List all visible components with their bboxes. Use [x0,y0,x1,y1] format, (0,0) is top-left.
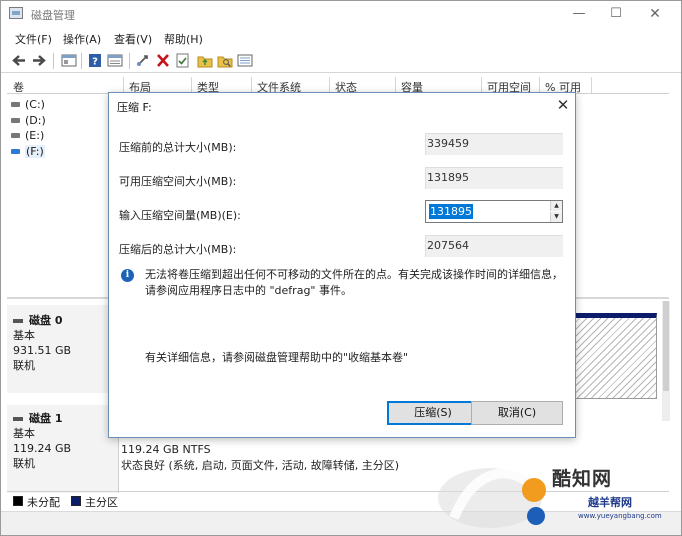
volume-row-d[interactable]: (D:) [11,113,46,128]
disk-0-name: 磁盘 0 [29,314,63,327]
help-message: 有关详细信息，请参阅磁盘管理帮助中的"收缩基本卷" [145,351,409,364]
svg-text:?: ? [92,57,98,68]
shrink-button[interactable]: 压缩(S) [387,401,479,425]
shrink-amount-input[interactable]: 131895 [429,204,473,219]
menu-action[interactable]: 操作(A) [63,31,101,47]
menu-help[interactable]: 帮助(H) [164,31,203,47]
legend-swatch-unallocated [13,496,23,506]
folder-search-icon[interactable] [217,53,233,68]
total-before-value: 339459 [425,133,563,155]
disk-1-size: 119.24 GB [13,442,72,455]
drive-icon [11,118,20,123]
title-bar: 磁盘管理 — ☐ ✕ [1,1,681,27]
disk-icon [13,417,23,421]
properties-icon[interactable] [107,53,123,68]
total-after-value: 207564 [425,235,563,257]
vertical-scrollbar[interactable] [662,301,670,421]
legend-primary: 主分区 [85,496,118,509]
total-after-label: 压缩后的总计大小(MB): [119,243,237,256]
disk-0-size: 931.51 GB [13,344,72,357]
window-title: 磁盘管理 [31,9,75,22]
disk-icon [13,319,23,323]
shrink-amount-label: 输入压缩空间量(MB)(E): [119,209,241,222]
volume-row-c[interactable]: (C:) [11,97,45,112]
dialog-close-button[interactable]: ✕ [553,95,573,115]
disk-1-type: 基本 [13,427,35,440]
back-arrow-icon[interactable] [11,53,27,68]
disk-0-type: 基本 [13,329,35,342]
info-message: 无法将卷压缩到超出任何不可移动的文件所在的点。有关完成该操作时间的详细信息，请参… [145,268,563,297]
dialog-title: 压缩 F: [117,101,152,114]
available-value: 131895 [425,167,563,189]
disk-1-info: 磁盘 1 基本 119.24 GB 联机 [13,411,113,471]
toolbar: ? [1,49,681,73]
spin-up-icon[interactable]: ▲ [550,201,562,211]
volume-name: (C:) [25,98,45,111]
partition-f-size: 119.24 GB NTFS [121,443,211,456]
legend: 未分配 主分区 [7,491,669,509]
volume-name: (E:) [25,129,45,142]
menu-view[interactable]: 查看(V) [114,31,152,47]
check-icon[interactable] [175,53,191,68]
spin-down-icon[interactable]: ▼ [550,212,562,222]
volume-name: (F:) [25,145,45,158]
minimize-button[interactable]: — [567,5,591,23]
menu-bar: 文件(F) 操作(A) 查看(V) 帮助(H) [1,28,681,48]
disk-1-status: 联机 [13,457,35,470]
disk-1-name: 磁盘 1 [29,412,63,425]
disk-0-info: 磁盘 0 基本 931.51 GB 联机 [13,313,113,373]
volume-row-e[interactable]: (E:) [11,128,44,143]
delete-icon[interactable] [155,53,171,68]
col-header-volume[interactable]: 卷 [13,79,24,95]
console-tree-icon[interactable] [61,53,77,68]
partition-f-status: 状态良好 (系统, 启动, 页面文件, 活动, 故障转储, 主分区) [121,459,400,472]
disk-management-app-icon [9,7,23,19]
drive-icon [11,149,20,154]
menu-file[interactable]: 文件(F) [15,31,52,47]
volume-name: (D:) [25,114,46,127]
forward-arrow-icon[interactable] [31,53,47,68]
legend-unallocated: 未分配 [27,496,60,509]
drive-icon [11,133,20,138]
unallocated-partition-block[interactable] [571,313,657,399]
folder-up-icon[interactable] [197,53,213,68]
disk-0-status: 联机 [13,359,35,372]
toolbar-separator [129,53,130,69]
toolbar-separator [81,53,82,69]
cancel-button[interactable]: 取消(C) [471,401,563,425]
help-icon[interactable]: ? [87,53,103,68]
column-divider[interactable] [591,77,592,94]
info-icon: i [121,269,134,282]
list-view-icon[interactable] [237,53,253,68]
total-before-label: 压缩前的总计大小(MB): [119,141,237,154]
drive-icon [11,102,20,107]
close-window-button[interactable]: ✕ [643,5,667,23]
available-label: 可用压缩空间大小(MB): [119,175,237,188]
legend-swatch-primary [71,496,81,506]
volume-row-f[interactable]: (F:) [11,144,45,159]
maximize-button[interactable]: ☐ [604,5,628,23]
connect-icon[interactable] [135,53,151,68]
shrink-amount-stepper[interactable]: 131895 ▲ ▼ [425,200,563,223]
toolbar-separator [53,53,54,69]
shrink-dialog: 压缩 F: ✕ 压缩前的总计大小(MB): 339459 可用压缩空间大小(MB… [108,92,576,438]
status-bar [1,511,681,535]
